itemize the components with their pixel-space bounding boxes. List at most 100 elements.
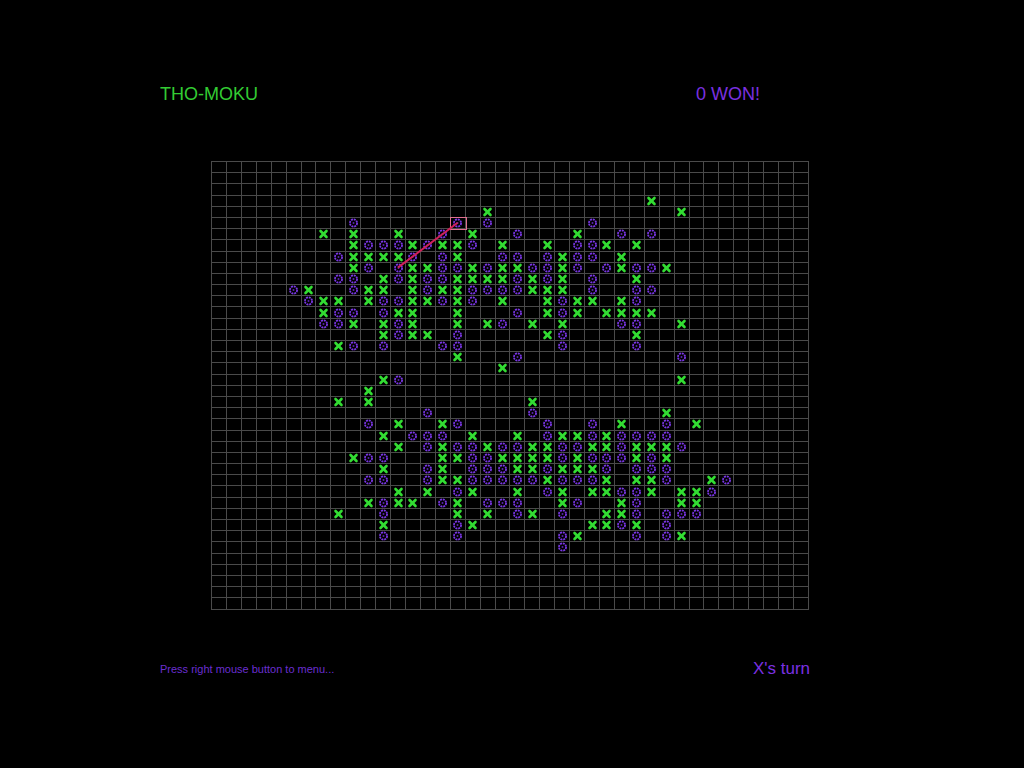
board-cell[interactable]	[331, 431, 346, 442]
board-cell[interactable]	[481, 207, 496, 218]
board-cell[interactable]	[331, 319, 346, 330]
board-cell[interactable]	[212, 240, 227, 251]
board-cell[interactable]	[361, 173, 376, 184]
board-cell[interactable]	[406, 419, 421, 430]
board-cell[interactable]	[525, 587, 540, 598]
board-cell[interactable]	[690, 173, 705, 184]
board-cell[interactable]	[481, 218, 496, 229]
board-cell[interactable]	[331, 184, 346, 195]
board-cell[interactable]	[510, 375, 525, 386]
board-cell[interactable]	[406, 330, 421, 341]
board-cell[interactable]	[316, 307, 331, 318]
board-cell[interactable]	[421, 509, 436, 520]
board-cell[interactable]	[257, 352, 272, 363]
board-cell[interactable]	[570, 486, 585, 497]
board-cell[interactable]	[600, 162, 615, 173]
board-cell[interactable]	[227, 263, 242, 274]
board-cell[interactable]	[346, 184, 361, 195]
board-cell[interactable]	[212, 363, 227, 374]
board-cell[interactable]	[704, 319, 719, 330]
board-cell[interactable]	[525, 375, 540, 386]
board-cell[interactable]	[316, 274, 331, 285]
board-cell[interactable]	[570, 296, 585, 307]
board-cell[interactable]	[302, 363, 317, 374]
board-cell[interactable]	[302, 431, 317, 442]
board-cell[interactable]	[600, 263, 615, 274]
board-cell[interactable]	[794, 263, 809, 274]
board-cell[interactable]	[466, 498, 481, 509]
board-cell[interactable]	[316, 229, 331, 240]
board-cell[interactable]	[719, 498, 734, 509]
board-cell[interactable]	[585, 285, 600, 296]
board-cell[interactable]	[242, 554, 257, 565]
board-cell[interactable]	[570, 598, 585, 609]
board-cell[interactable]	[660, 375, 675, 386]
board-cell[interactable]	[272, 341, 287, 352]
board-cell[interactable]	[540, 375, 555, 386]
board-cell[interactable]	[764, 576, 779, 587]
board-cell[interactable]	[615, 319, 630, 330]
board-cell[interactable]	[540, 240, 555, 251]
board-cell[interactable]	[570, 464, 585, 475]
board-cell[interactable]	[376, 285, 391, 296]
board-cell[interactable]	[585, 274, 600, 285]
board-cell[interactable]	[391, 352, 406, 363]
board-cell[interactable]	[540, 319, 555, 330]
board-cell[interactable]	[212, 486, 227, 497]
board-cell[interactable]	[600, 218, 615, 229]
board-cell[interactable]	[630, 531, 645, 542]
board-cell[interactable]	[690, 363, 705, 374]
board-cell[interactable]	[272, 486, 287, 497]
board-cell[interactable]	[615, 554, 630, 565]
board-cell[interactable]	[749, 296, 764, 307]
board-cell[interactable]	[287, 464, 302, 475]
board-cell[interactable]	[316, 173, 331, 184]
board-cell[interactable]	[272, 240, 287, 251]
board-cell[interactable]	[749, 587, 764, 598]
board-cell[interactable]	[406, 442, 421, 453]
board-cell[interactable]	[630, 184, 645, 195]
board-cell[interactable]	[287, 184, 302, 195]
board-cell[interactable]	[272, 554, 287, 565]
board-cell[interactable]	[645, 464, 660, 475]
board-cell[interactable]	[302, 442, 317, 453]
board-cell[interactable]	[376, 319, 391, 330]
board-cell[interactable]	[391, 274, 406, 285]
board-cell[interactable]	[346, 307, 361, 318]
board-cell[interactable]	[749, 520, 764, 531]
board-cell[interactable]	[749, 307, 764, 318]
board-cell[interactable]	[555, 419, 570, 430]
board-cell[interactable]	[600, 464, 615, 475]
board-cell[interactable]	[361, 408, 376, 419]
board-cell[interactable]	[272, 520, 287, 531]
board-cell[interactable]	[630, 431, 645, 442]
board-cell[interactable]	[585, 498, 600, 509]
board-cell[interactable]	[525, 442, 540, 453]
board-cell[interactable]	[645, 554, 660, 565]
board-cell[interactable]	[779, 173, 794, 184]
board-cell[interactable]	[585, 296, 600, 307]
board-cell[interactable]	[585, 263, 600, 274]
board-cell[interactable]	[346, 509, 361, 520]
board-cell[interactable]	[481, 498, 496, 509]
board-cell[interactable]	[331, 285, 346, 296]
board-cell[interactable]	[302, 386, 317, 397]
board-cell[interactable]	[660, 229, 675, 240]
board-cell[interactable]	[615, 218, 630, 229]
board-cell[interactable]	[525, 330, 540, 341]
board-cell[interactable]	[421, 397, 436, 408]
board-cell[interactable]	[376, 252, 391, 263]
board-cell[interactable]	[466, 464, 481, 475]
board-cell[interactable]	[391, 375, 406, 386]
board-cell[interactable]	[227, 542, 242, 553]
board-cell[interactable]	[451, 240, 466, 251]
board-cell[interactable]	[436, 464, 451, 475]
board-cell[interactable]	[257, 464, 272, 475]
board-cell[interactable]	[675, 431, 690, 442]
board-cell[interactable]	[391, 386, 406, 397]
board-cell[interactable]	[451, 554, 466, 565]
board-cell[interactable]	[406, 386, 421, 397]
board-cell[interactable]	[496, 554, 511, 565]
board-cell[interactable]	[779, 509, 794, 520]
board-cell[interactable]	[272, 587, 287, 598]
